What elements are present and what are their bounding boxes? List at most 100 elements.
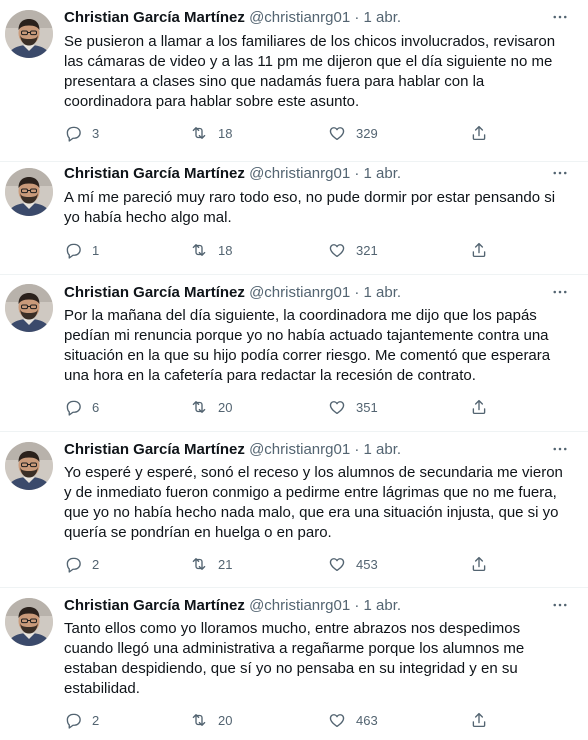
retweet-button[interactable]: 21 xyxy=(190,554,232,574)
timestamp[interactable]: 1 abr. xyxy=(364,284,402,301)
retweet-button[interactable]: 18 xyxy=(190,240,232,260)
tweet-header: Christian García Martínez @christianrg01… xyxy=(64,164,401,184)
avatar[interactable] xyxy=(5,284,53,332)
share-icon xyxy=(470,711,488,729)
like-count: 463 xyxy=(356,712,378,728)
timestamp[interactable]: 1 abr. xyxy=(364,597,402,614)
reply-icon xyxy=(64,241,82,259)
author-name[interactable]: Christian García Martínez xyxy=(64,597,245,614)
tweet[interactable]: Christian García Martínez @christianrg01… xyxy=(0,275,588,432)
tweet-text: Tanto ellos como yo lloramos mucho, entr… xyxy=(64,620,525,697)
share-icon xyxy=(470,555,488,573)
retweet-count: 20 xyxy=(218,399,233,415)
reply-icon xyxy=(64,398,82,416)
tweet-actions: 6 20 351 xyxy=(64,397,494,417)
retweet-count: 21 xyxy=(218,556,233,572)
author-handle[interactable]: @christianrg01 xyxy=(249,441,350,458)
more-dots-icon[interactable] xyxy=(550,597,570,613)
more-dots-icon[interactable] xyxy=(550,441,570,457)
heart-icon xyxy=(328,555,346,573)
avatar[interactable] xyxy=(5,10,53,58)
heart-icon xyxy=(328,711,346,729)
tweet[interactable]: Christian García Martínez @christianrg01… xyxy=(0,162,588,275)
more-dots-icon[interactable] xyxy=(550,284,570,300)
tweet-text: A mí me pareció muy raro todo eso, no pu… xyxy=(64,189,556,226)
like-count: 453 xyxy=(356,556,378,572)
retweet-icon xyxy=(190,398,208,416)
timestamp[interactable]: 1 abr. xyxy=(364,165,402,182)
reply-button[interactable]: 2 xyxy=(64,710,99,730)
author-handle[interactable]: @christianrg01 xyxy=(249,597,350,614)
separator-dot: · xyxy=(354,441,360,458)
retweet-button[interactable]: 20 xyxy=(190,710,232,730)
share-button[interactable] xyxy=(470,240,488,260)
reply-button[interactable]: 3 xyxy=(64,123,99,143)
tweet-text: Se pusieron a llamar a los familiares de… xyxy=(64,33,556,110)
retweet-button[interactable]: 20 xyxy=(190,397,232,417)
retweet-icon xyxy=(190,555,208,573)
share-button[interactable] xyxy=(470,710,488,730)
share-icon xyxy=(470,241,488,259)
author-name[interactable]: Christian García Martínez xyxy=(64,9,245,26)
reply-count: 1 xyxy=(92,242,100,258)
share-button[interactable] xyxy=(470,554,488,574)
like-button[interactable]: 351 xyxy=(328,397,378,417)
retweet-count: 18 xyxy=(218,242,233,258)
share-icon xyxy=(470,398,488,416)
author-handle[interactable]: @christianrg01 xyxy=(249,9,350,26)
like-button[interactable]: 329 xyxy=(328,123,378,143)
timestamp[interactable]: 1 abr. xyxy=(364,9,402,26)
tweet-header: Christian García Martínez @christianrg01… xyxy=(64,596,401,616)
heart-icon xyxy=(328,398,346,416)
separator-dot: · xyxy=(354,284,360,301)
share-icon xyxy=(470,124,488,142)
like-count: 321 xyxy=(356,242,378,258)
tweet[interactable]: Christian García Martínez @christianrg01… xyxy=(0,0,588,162)
reply-button[interactable]: 1 xyxy=(64,240,99,260)
tweet-text: Por la mañana del día siguiente, la coor… xyxy=(64,307,551,384)
tweet[interactable]: Christian García Martínez @christianrg01… xyxy=(0,432,588,588)
retweet-count: 20 xyxy=(218,712,233,728)
more-dots-icon[interactable] xyxy=(550,9,570,25)
author-handle[interactable]: @christianrg01 xyxy=(249,165,350,182)
more-dots-icon[interactable] xyxy=(550,165,570,181)
avatar[interactable] xyxy=(5,168,53,216)
separator-dot: · xyxy=(354,9,360,26)
reply-icon xyxy=(64,124,82,142)
heart-icon xyxy=(328,241,346,259)
reply-count: 6 xyxy=(92,399,100,415)
retweet-button[interactable]: 18 xyxy=(190,123,232,143)
share-button[interactable] xyxy=(470,123,488,143)
like-button[interactable]: 321 xyxy=(328,240,378,260)
reply-button[interactable]: 6 xyxy=(64,397,99,417)
like-button[interactable]: 463 xyxy=(328,710,378,730)
retweet-count: 18 xyxy=(218,125,233,141)
like-button[interactable]: 453 xyxy=(328,554,378,574)
retweet-icon xyxy=(190,124,208,142)
separator-dot: · xyxy=(354,597,360,614)
author-name[interactable]: Christian García Martínez xyxy=(64,284,245,301)
share-button[interactable] xyxy=(470,397,488,417)
retweet-icon xyxy=(190,711,208,729)
author-name[interactable]: Christian García Martínez xyxy=(64,165,245,182)
tweet-header: Christian García Martínez @christianrg01… xyxy=(64,283,401,303)
like-count: 329 xyxy=(356,125,378,141)
timestamp[interactable]: 1 abr. xyxy=(364,441,402,458)
avatar[interactable] xyxy=(5,598,53,646)
tweet-header: Christian García Martínez @christianrg01… xyxy=(64,440,401,460)
author-handle[interactable]: @christianrg01 xyxy=(249,284,350,301)
reply-count: 2 xyxy=(92,712,100,728)
author-name[interactable]: Christian García Martínez xyxy=(64,441,245,458)
tweet-actions: 2 21 453 xyxy=(64,554,494,574)
reply-button[interactable]: 2 xyxy=(64,554,99,574)
tweet-header: Christian García Martínez @christianrg01… xyxy=(64,8,401,28)
tweet[interactable]: Christian García Martínez @christianrg01… xyxy=(0,588,588,740)
heart-icon xyxy=(328,124,346,142)
reply-icon xyxy=(64,555,82,573)
reply-icon xyxy=(64,711,82,729)
avatar[interactable] xyxy=(5,442,53,490)
reply-count: 2 xyxy=(92,556,100,572)
tweet-actions: 1 18 321 xyxy=(64,240,494,260)
separator-dot: · xyxy=(354,165,360,182)
like-count: 351 xyxy=(356,399,378,415)
